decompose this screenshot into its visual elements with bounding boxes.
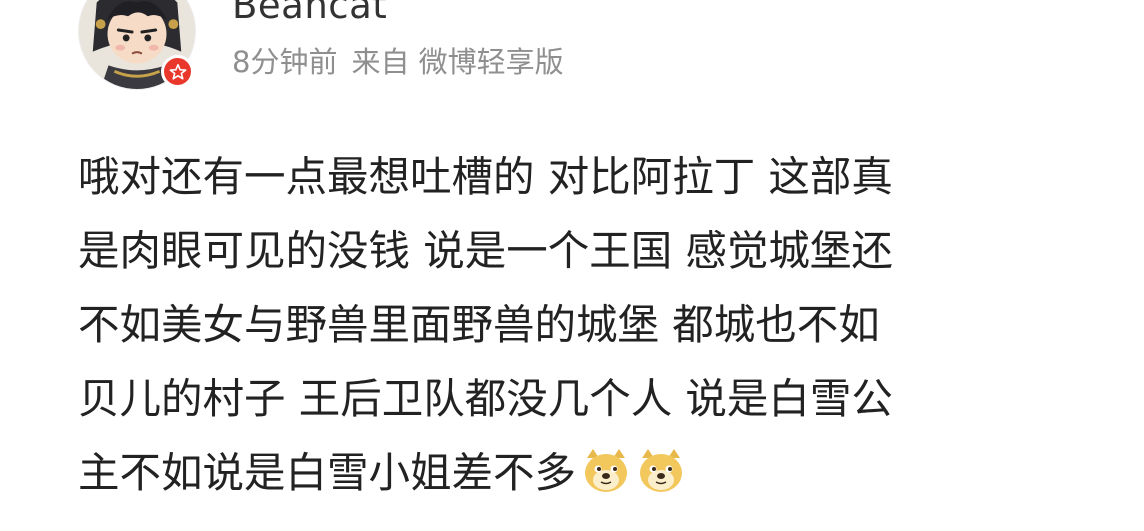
username[interactable]: Beancat (232, 0, 387, 28)
post-text-line: 哦对还有一点最想吐槽的 对比阿拉丁 这部真 (78, 152, 893, 201)
post-time: 8分钟前 (232, 45, 338, 79)
post-text-line: 主不如说是白雪小姐差不多 (78, 448, 577, 497)
weibo-post: Beancat 8分钟前 来自 微博轻享版 哦对还有一点最想吐槽的 对比阿拉丁 这… (0, 0, 1144, 531)
post-text-line: 贝儿的村子 王后卫队都没几个人 说是白雪公 (78, 374, 893, 423)
user-avatar[interactable] (78, 0, 196, 90)
post-source[interactable]: 来自 微博轻享版 (351, 45, 563, 79)
doge-emoji-icon (581, 446, 631, 496)
post-meta: 8分钟前 来自 微博轻享版 (232, 42, 578, 82)
post-text-line: 不如美女与野兽里面野兽的城堡 都城也不如 (78, 300, 880, 349)
post-text-line: 是肉眼可见的没钱 说是一个王国 感觉城堡还 (78, 226, 893, 275)
post-content: 哦对还有一点最想吐槽的 对比阿拉丁 这部真 是肉眼可见的没钱 说是一个王国 感觉… (78, 140, 1078, 510)
verified-badge-icon (161, 55, 194, 88)
post-text-last-line: 主不如说是白雪小姐差不多 (78, 436, 1078, 510)
doge-emoji-icon (636, 446, 686, 496)
